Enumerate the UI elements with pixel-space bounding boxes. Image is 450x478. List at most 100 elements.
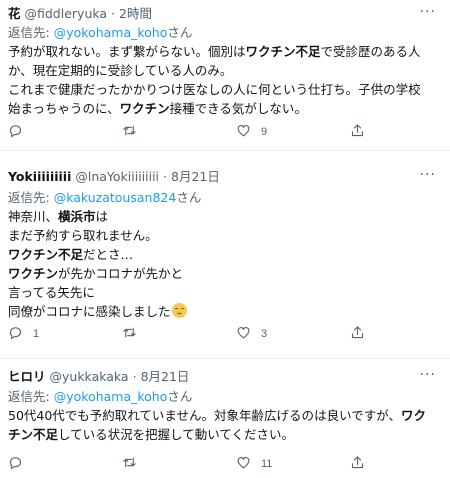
highlighted-keyword: ワクチン不足 [245,44,321,59]
reply-suffix: さん [167,25,193,40]
tweet-actions: 11 [0,455,450,473]
tweet-text: 50代40代でも予約取れていません。対象年齢広げるのは良いですが、ワク チン不足し… [8,406,444,444]
text-segment: 予約が取れない。まず繋がらない。個別は [8,44,246,59]
reply-icon [8,123,23,141]
text-segment: が先かコロナが先かと [58,266,184,281]
tweet-card[interactable]: ヒロリ @yukkakaka · 8月21日 ··· 返信先: @yokohama_… [0,358,450,478]
tweet-header: Yokiiiiiiiii @lnaYokiiiiiiiii · 8月21日 [8,169,220,185]
share-button[interactable] [350,123,365,141]
tweet-text: 予約が取れない。まず繋がらない。個別はワクチン不足で受診歴のある人か、現在定期的… [8,42,444,118]
text-segment: これまで健康だったかかりつけ医なしの人に何という仕打ち。子供の学校 [8,82,421,97]
retweet-button[interactable] [122,455,147,473]
share-button[interactable] [350,455,365,473]
tweet-text-line: 予約が取れない。まず繋がらない。個別はワクチン不足で受診歴のある人 [8,42,444,61]
heart-icon [236,455,251,473]
reply-mention-link[interactable]: @yokohama_koho [54,389,168,404]
separator-dot: · [132,369,137,384]
like-count: 11 [261,458,273,470]
author-name[interactable]: ヒロリ [8,369,46,384]
tweet-text-line: 言ってる矢先に [8,283,444,302]
reply-suffix: さん [167,389,193,404]
highlighted-keyword: ワクチン [119,101,170,116]
author-handle[interactable]: @lnaYokiiiiiiiii [75,169,159,184]
author-handle[interactable]: @fiddleryuka [25,6,108,21]
tweet-text-line: チン不足している状況を把握して動いてください。 [8,425,444,444]
text-segment: は [95,209,109,224]
replying-to: 返信先: @kakuzatousan824さん [8,190,201,206]
text-segment: 始まっちゃうのに、 [8,101,120,116]
reply-icon [8,325,23,343]
tweet-text: 神奈川、横浜市は まだ予約すら取れません。 ワクチン不足だとさ… ワクチンが先かコロナ… [8,207,444,321]
text-segment: だとさ… [83,247,134,262]
reply-button[interactable] [8,455,33,473]
share-button[interactable] [350,325,365,343]
share-icon [350,123,365,141]
author-handle[interactable]: @yukkakaka [50,369,129,384]
reply-icon [8,455,23,473]
author-name[interactable]: 花 [8,6,21,21]
more-options-icon[interactable]: ··· [420,367,436,383]
heart-icon [236,123,251,141]
tweet-header: 花 @fiddleryuka · 2時間 [8,6,152,22]
retweet-button[interactable] [122,123,147,141]
like-count: 9 [261,126,268,138]
retweet-icon [122,123,137,141]
reply-mention-link[interactable]: @kakuzatousan824 [54,190,177,205]
highlighted-keyword: 横浜市 [58,209,96,224]
tweet-timestamp[interactable]: 8月21日 [171,169,220,184]
more-options-icon[interactable]: ··· [420,167,436,183]
replying-to: 返信先: @yokohama_kohoさん [8,25,192,41]
reply-button[interactable]: 1 [8,325,39,343]
tweet-divider [0,150,450,151]
tweet-actions: 9 [0,123,450,141]
text-segment: している状況を把握して動いてください。 [58,427,295,442]
heart-icon [236,325,251,343]
tweet-text-line: 神奈川、横浜市は [8,207,444,226]
tweet-timestamp[interactable]: 2時間 [119,6,152,21]
tweet-text-line: 同僚がコロナに感染しました [8,302,444,321]
tweet-text-line: 始まっちゃうのに、ワクチン接種できる気がしない。 [8,99,444,118]
author-name[interactable]: Yokiiiiiiiii [8,169,71,184]
reply-prefix: 返信先: [8,389,50,404]
share-icon [350,325,365,343]
tweet-timestamp[interactable]: 8月21日 [141,369,190,384]
text-segment: 言ってる矢先に [8,285,95,300]
tweet-text-line: これまで健康だったかかりつけ医なしの人に何という仕打ち。子供の学校 [8,80,444,99]
like-button[interactable]: 9 [236,123,267,141]
separator-dot: · [111,6,116,21]
tweet-text-line: か、現在定期的に受診している人のみ。 [8,61,444,80]
text-segment: 同僚がコロナに感染しました [8,304,171,319]
text-segment: か、現在定期的に受診している人のみ。 [8,63,233,78]
tweet-text-line: まだ予約すら取れません。 [8,226,444,245]
reply-prefix: 返信先: [8,25,50,40]
highlighted-keyword: ワクチン不足 [8,247,84,262]
like-button[interactable]: 3 [236,325,267,343]
like-button[interactable]: 11 [236,455,272,473]
highlighted-keyword: ワク [400,408,426,423]
tweet-text-line: ワクチンが先かコロナが先かと [8,264,444,283]
like-count: 3 [261,328,268,340]
reply-button[interactable] [8,123,33,141]
tweet-card[interactable]: 花 @fiddleryuka · 2時間 ··· 返信先: @yokohama_ko… [0,0,450,150]
highlighted-keyword: ワクチン [8,266,59,281]
more-options-icon[interactable]: ··· [420,4,436,20]
retweet-button[interactable] [122,325,147,343]
replying-to: 返信先: @yokohama_kohoさん [8,389,192,405]
retweet-icon [122,325,137,343]
text-segment: まだ予約すら取れません。 [8,228,158,243]
text-segment: 接種できる気がしない。 [169,101,307,116]
reply-count: 1 [33,328,40,340]
retweet-icon [122,455,137,473]
tweet-actions: 13 [0,325,450,343]
text-segment: 神奈川、 [8,209,59,224]
tweet-header: ヒロリ @yukkakaka · 8月21日 [8,369,189,385]
separator-dot: · [163,169,168,184]
reply-prefix: 返信先: [8,190,50,205]
tweet-text-line: 50代40代でも予約取れていません。対象年齢広げるのは良いですが、ワク [8,406,444,425]
text-segment: で受診歴のある人 [320,44,421,59]
reply-mention-link[interactable]: @yokohama_koho [54,25,168,40]
tweet-text-line: ワクチン不足だとさ… [8,245,444,264]
highlighted-keyword: チン不足 [8,427,59,442]
grimace-emoji [171,303,187,318]
tweet-card[interactable]: Yokiiiiiiiii @lnaYokiiiiiiiii · 8月21日 ···… [0,160,450,358]
